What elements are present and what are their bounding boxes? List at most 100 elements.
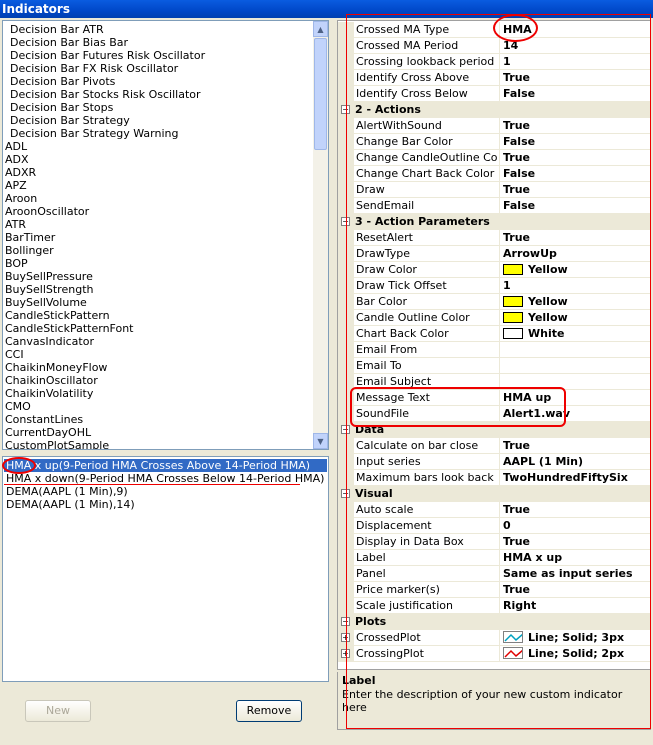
- property-value[interactable]: Alert1.wav: [499, 406, 650, 422]
- property-row[interactable]: SoundFile Alert1.wav: [338, 406, 650, 422]
- property-value[interactable]: ArrowUp: [499, 246, 650, 262]
- property-row[interactable]: ResetAlert True: [338, 230, 650, 246]
- indicator-list-item[interactable]: BuySellStrength: [5, 283, 315, 296]
- property-value[interactable]: Right: [499, 598, 650, 614]
- indicator-list-item[interactable]: ADL: [5, 140, 315, 153]
- indicator-list-item[interactable]: Decision Bar Stops: [5, 101, 315, 114]
- indicator-list-item[interactable]: Bollinger: [5, 244, 315, 257]
- scroll-down-icon[interactable]: ▼: [313, 433, 328, 449]
- indicator-list-item[interactable]: Decision Bar Futures Risk Oscillator: [5, 49, 315, 62]
- property-row[interactable]: Price marker(s) True: [338, 582, 650, 598]
- indicator-list-item[interactable]: Decision Bar FX Risk Oscillator: [5, 62, 315, 75]
- property-row[interactable]: Message Text HMA up: [338, 390, 650, 406]
- new-button[interactable]: New: [25, 700, 91, 722]
- property-value[interactable]: True: [499, 582, 650, 598]
- indicator-list-item[interactable]: Aroon: [5, 192, 315, 205]
- property-value[interactable]: HMA up: [499, 390, 650, 406]
- property-row[interactable]: Display in Data Box True: [338, 534, 650, 550]
- property-row[interactable]: Draw Color Yellow: [338, 262, 650, 278]
- category-header[interactable]: − Plots: [338, 614, 650, 630]
- indicator-list-item[interactable]: Decision Bar Pivots: [5, 75, 315, 88]
- indicator-list-item[interactable]: ChaikinOscillator: [5, 374, 315, 387]
- property-row[interactable]: Candle Outline Color Yellow: [338, 310, 650, 326]
- property-row[interactable]: Change Bar Color False: [338, 134, 650, 150]
- indicator-list-item[interactable]: AroonOscillator: [5, 205, 315, 218]
- indicator-list-item[interactable]: CanvasIndicator: [5, 335, 315, 348]
- property-row[interactable]: Panel Same as input series: [338, 566, 650, 582]
- indicator-list-item[interactable]: ADX: [5, 153, 315, 166]
- property-row[interactable]: DrawType ArrowUp: [338, 246, 650, 262]
- indicator-list-item[interactable]: CMO: [5, 400, 315, 413]
- property-row[interactable]: + CrossedPlot Line; Solid; 3px: [338, 630, 650, 646]
- property-value[interactable]: True: [499, 70, 650, 86]
- property-value[interactable]: True: [499, 438, 650, 454]
- property-row[interactable]: Input series AAPL (1 Min): [338, 454, 650, 470]
- property-value[interactable]: Line; Solid; 3px: [499, 630, 650, 646]
- indicator-list-item[interactable]: CandleStickPatternFont: [5, 322, 315, 335]
- expand-icon[interactable]: +: [341, 633, 350, 642]
- applied-indicator-item[interactable]: DEMA(AAPL (1 Min),14): [4, 498, 327, 511]
- property-value[interactable]: True: [499, 118, 650, 134]
- property-row[interactable]: Change Chart Back Color False: [338, 166, 650, 182]
- collapse-icon[interactable]: −: [341, 217, 350, 226]
- property-value[interactable]: Line; Solid; 2px: [499, 646, 650, 662]
- category-header[interactable]: −3 - Action Parameters: [338, 214, 650, 230]
- property-value[interactable]: White: [499, 326, 650, 342]
- category-header[interactable]: − Data: [338, 422, 650, 438]
- property-row[interactable]: + CrossingPlot Line; Solid; 2px: [338, 646, 650, 662]
- category-header[interactable]: − Visual: [338, 486, 650, 502]
- indicator-list-item[interactable]: ATR: [5, 218, 315, 231]
- property-value[interactable]: True: [499, 150, 650, 166]
- property-row[interactable]: Draw Tick Offset 1: [338, 278, 650, 294]
- indicator-list-item[interactable]: Decision Bar Stocks Risk Oscillator: [5, 88, 315, 101]
- property-value[interactable]: True: [499, 182, 650, 198]
- indicator-list-item[interactable]: Decision Bar Strategy: [5, 114, 315, 127]
- collapse-icon[interactable]: −: [341, 105, 350, 114]
- property-value[interactable]: True: [499, 502, 650, 518]
- property-row[interactable]: SendEmail False: [338, 198, 650, 214]
- expand-icon[interactable]: +: [341, 649, 350, 658]
- applied-indicator-item[interactable]: HMA x down(9-Period HMA Crosses Below 14…: [4, 472, 327, 485]
- property-value[interactable]: [499, 374, 650, 390]
- property-value[interactable]: Yellow: [499, 294, 650, 310]
- indicator-list-item[interactable]: Decision Bar ATR: [5, 23, 315, 36]
- indicator-list-item[interactable]: Decision Bar Bias Bar: [5, 36, 315, 49]
- property-value[interactable]: [499, 342, 650, 358]
- property-row[interactable]: Bar Color Yellow: [338, 294, 650, 310]
- property-row[interactable]: Email To: [338, 358, 650, 374]
- collapse-icon[interactable]: −: [341, 617, 350, 626]
- indicator-list-item[interactable]: CurrentDayOHL: [5, 426, 315, 439]
- property-value[interactable]: HMA: [499, 22, 650, 38]
- indicator-list-item[interactable]: ADXR: [5, 166, 315, 179]
- indicator-list-item[interactable]: BOP: [5, 257, 315, 270]
- indicator-list-item[interactable]: Decision Bar Strategy Warning: [5, 127, 315, 140]
- property-value[interactable]: False: [499, 198, 650, 214]
- indicator-list-item[interactable]: ChaikinMoneyFlow: [5, 361, 315, 374]
- property-value[interactable]: Yellow: [499, 262, 650, 278]
- property-row[interactable]: Scale justification Right: [338, 598, 650, 614]
- property-value[interactable]: HMA x up: [499, 550, 650, 566]
- collapse-icon[interactable]: −: [341, 489, 350, 498]
- property-value[interactable]: 0: [499, 518, 650, 534]
- property-value[interactable]: Same as input series: [499, 566, 650, 582]
- property-value[interactable]: Yellow: [499, 310, 650, 326]
- property-row[interactable]: Chart Back Color White: [338, 326, 650, 342]
- property-value[interactable]: True: [499, 534, 650, 550]
- property-value[interactable]: False: [499, 86, 650, 102]
- property-row[interactable]: Identify Cross Above True: [338, 70, 650, 86]
- indicator-list-item[interactable]: ConstantLines: [5, 413, 315, 426]
- remove-button[interactable]: Remove: [236, 700, 302, 722]
- property-value[interactable]: 14: [499, 38, 650, 54]
- property-row[interactable]: Draw True: [338, 182, 650, 198]
- collapse-icon[interactable]: −: [341, 425, 350, 434]
- category-header[interactable]: −2 - Actions: [338, 102, 650, 118]
- property-row[interactable]: Calculate on bar close True: [338, 438, 650, 454]
- property-value[interactable]: [499, 358, 650, 374]
- scroll-up-icon[interactable]: ▲: [313, 21, 328, 37]
- indicator-list[interactable]: Decision Bar ATR Decision Bar Bias Bar Dec…: [2, 20, 329, 450]
- property-row[interactable]: Change CandleOutline Color True: [338, 150, 650, 166]
- property-value[interactable]: True: [499, 230, 650, 246]
- property-row[interactable]: Email From: [338, 342, 650, 358]
- applied-indicator-item[interactable]: HMA x up(9-Period HMA Crosses Above 14-P…: [4, 459, 327, 472]
- indicator-list-scrollbar[interactable]: ▲ ▼: [313, 21, 328, 449]
